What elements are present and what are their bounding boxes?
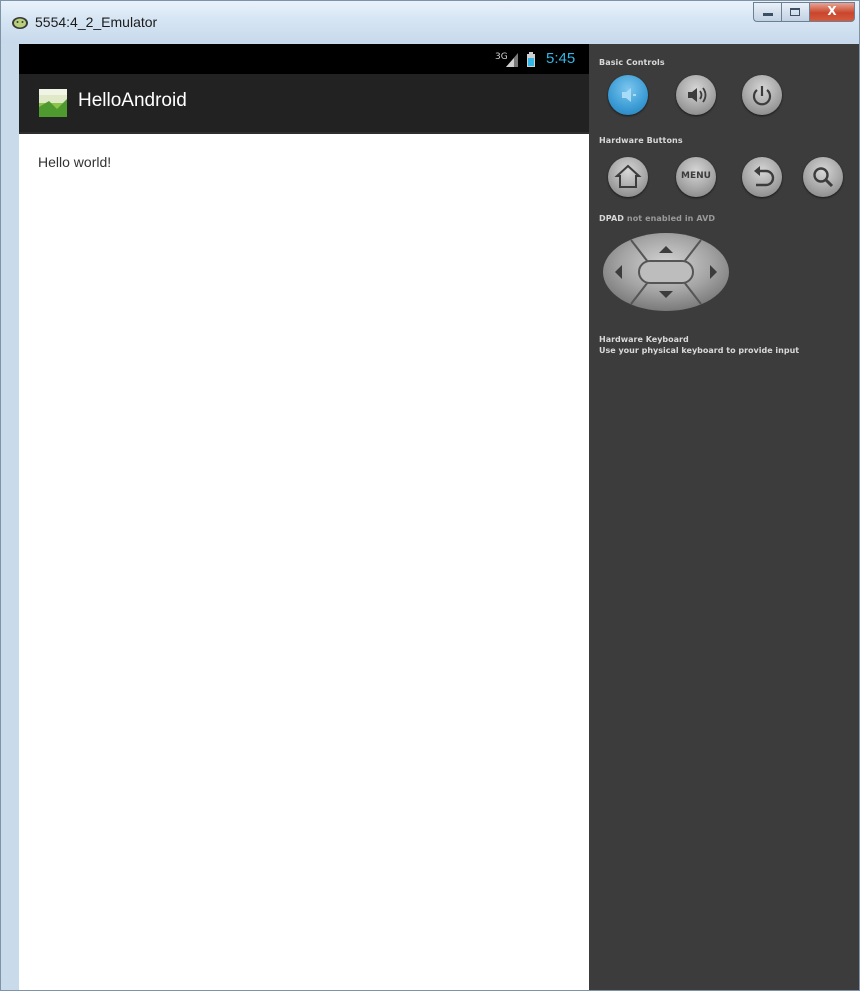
dpad-label: DPAD not enabled in AVD — [599, 214, 716, 223]
power-button[interactable] — [742, 75, 782, 115]
dpad-control[interactable] — [601, 232, 731, 312]
action-bar: HelloAndroid — [19, 74, 589, 134]
volume-down-button[interactable] — [608, 75, 648, 115]
window-titlebar[interactable]: 5554:4_2_Emulator X — [1, 1, 859, 43]
device-screen[interactable]: 3G 5:45 HelloAndroid Hello world! — [19, 44, 589, 990]
menu-label: MENU — [681, 171, 711, 181]
home-button[interactable] — [608, 157, 648, 197]
android-launcher-icon[interactable] — [39, 89, 67, 117]
power-icon — [752, 86, 772, 106]
status-bar[interactable]: 3G 5:45 — [19, 44, 589, 74]
hardware-keyboard-label: Hardware Keyboard — [599, 335, 689, 344]
close-icon: X — [827, 4, 837, 18]
hardware-buttons-label: Hardware Buttons — [599, 136, 683, 145]
maximize-icon — [790, 8, 800, 16]
close-button[interactable]: X — [809, 2, 855, 22]
back-icon — [754, 166, 775, 187]
menu-button[interactable]: MENU — [676, 157, 716, 197]
android-icon — [12, 17, 28, 29]
hello-text: Hello world! — [38, 154, 112, 170]
window-title: 5554:4_2_Emulator — [35, 14, 158, 30]
volume-up-button[interactable] — [676, 75, 716, 115]
dpad-status: not enabled in AVD — [626, 214, 716, 223]
volume-up-icon — [688, 87, 707, 103]
app-content: Hello world! — [19, 134, 589, 990]
maximize-button[interactable] — [781, 2, 809, 22]
volume-down-icon — [622, 88, 636, 102]
controls-panel: Basic Controls Hardware Buttons MENU DPA… — [589, 44, 859, 990]
emulator-window: 5554:4_2_Emulator X 3G 5:45 HelloAndroid… — [0, 0, 860, 991]
hardware-keyboard-hint: Use your physical keyboard to provide in… — [599, 346, 800, 355]
status-clock: 5:45 — [546, 50, 576, 67]
battery-icon — [527, 52, 535, 67]
basic-controls-label: Basic Controls — [599, 58, 665, 67]
search-button[interactable] — [803, 157, 843, 197]
signal-icon — [506, 53, 518, 67]
back-button[interactable] — [742, 157, 782, 197]
search-icon — [813, 167, 834, 188]
app-title: HelloAndroid — [78, 90, 187, 111]
hardware-keyboard-info: Hardware Keyboard Use your physical keyb… — [599, 334, 799, 356]
window-controls: X — [753, 2, 855, 22]
minimize-icon — [763, 13, 773, 16]
minimize-button[interactable] — [753, 2, 781, 22]
home-icon — [614, 164, 642, 188]
